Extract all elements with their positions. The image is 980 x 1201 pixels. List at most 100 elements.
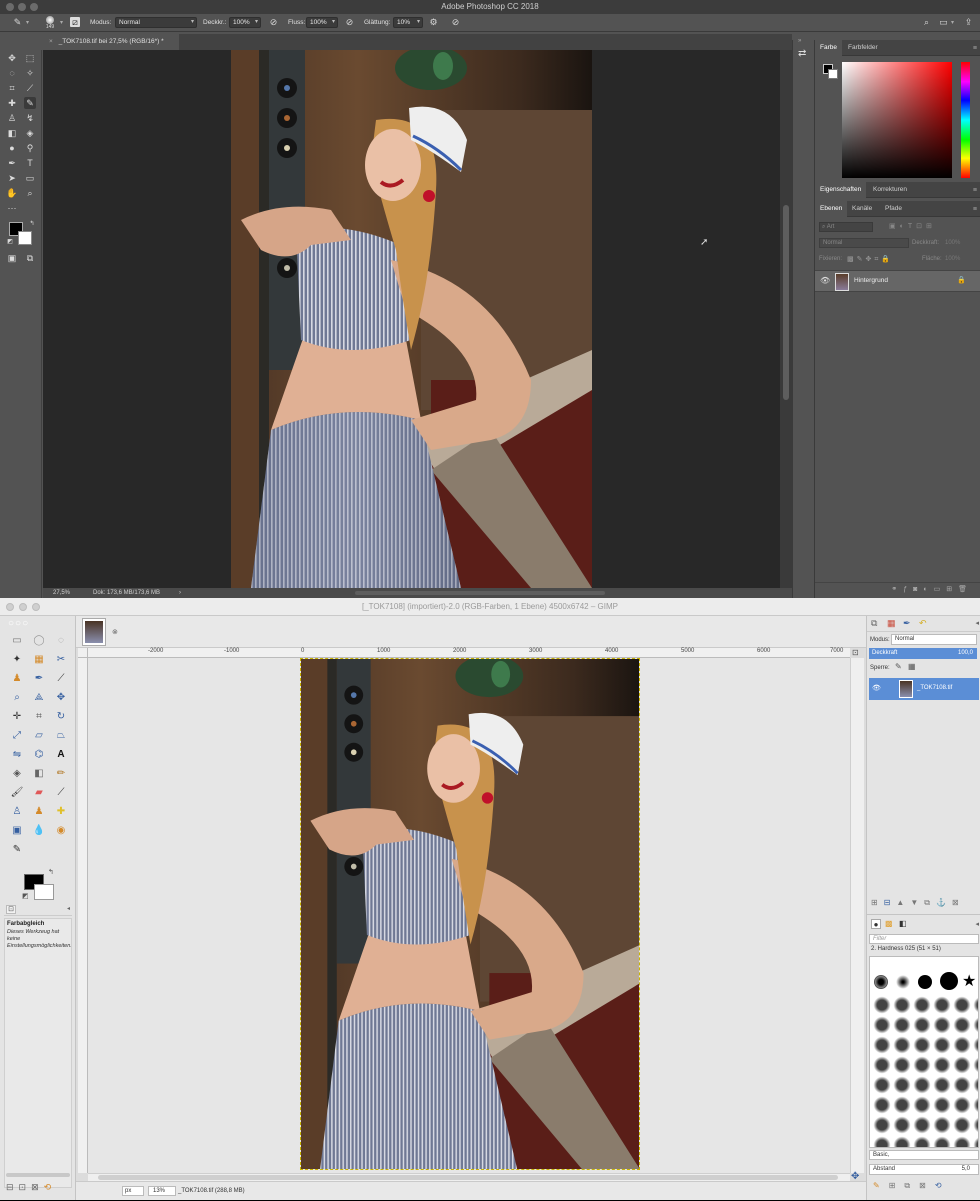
tab-channels[interactable]: Kanäle [847,201,877,217]
crop-icon[interactable]: ⌗ [32,710,46,724]
background-color-swatch[interactable] [34,884,54,900]
patterns-tab-icon[interactable]: ▩ [885,919,893,928]
paint-bucket-tool-icon[interactable]: ◈ [24,127,36,139]
history-panel-icon[interactable]: ⇄ [798,48,806,59]
horizontal-scrollbar-thumb[interactable] [355,591,605,595]
fx-icon[interactable]: ƒ [903,586,913,593]
measure-icon[interactable]: ⟁ [32,691,46,705]
channels-tab-icon[interactable]: ▦ [887,618,896,629]
eyedropper-tool-icon[interactable]: ⟋ [24,82,36,94]
quick-mask-icon[interactable]: ▣ [6,252,18,264]
vertical-scrollbar[interactable] [780,50,792,588]
marquee-tool-icon[interactable]: ⬚ [24,52,36,64]
new-group-icon[interactable]: ⊟ [884,898,897,907]
brush-preset-picker[interactable]: 149 [42,15,58,31]
cage-transform-icon[interactable]: ⌬ [32,748,46,762]
default-colors-icon[interactable]: ◩ [22,892,29,900]
new-layer-icon[interactable]: ⊞ [871,898,884,907]
clone-stamp-tool-icon[interactable]: ♙ [6,112,18,124]
layer-opacity-slider[interactable]: Deckkraft 100,0 [869,648,977,659]
lower-icon[interactable]: ▼ [910,898,924,907]
workspace-icon[interactable]: ▭ [938,17,949,28]
eraser-tool-icon[interactable]: ◧ [6,127,18,139]
color-picker-icon[interactable]: ⟋ [54,672,68,686]
brush-preset-select[interactable]: Basic, [869,1150,979,1160]
tab-swatches[interactable]: Farbfelder [843,40,883,56]
share-icon[interactable]: ⇪ [963,17,974,28]
select-by-color-icon[interactable]: ▦ [32,653,46,667]
rect-select-icon[interactable]: ▭ [10,634,24,648]
fuzzy-select-icon[interactable]: ✦ [10,653,24,667]
type-tool-icon[interactable]: T [24,157,36,169]
shear-icon[interactable]: ▱ [32,729,46,743]
flip-icon[interactable]: ⇋ [10,748,24,762]
dropdown-arrow-icon[interactable]: ▾ [26,18,29,28]
flow-field[interactable]: 100% ▾ [306,17,338,28]
group-icon[interactable]: ▭ [934,586,947,593]
dropdown-arrow-icon[interactable]: ▾ [951,18,954,28]
document-canvas[interactable]: ➚ [43,50,780,588]
eye-icon[interactable]: 👁 [820,276,830,285]
raise-icon[interactable]: ▲ [896,898,910,907]
background-color-swatch[interactable] [18,231,32,245]
paintbrush-icon[interactable]: 🖌 [10,786,24,800]
refresh-brushes-icon[interactable]: ⟲ [935,1181,951,1190]
collapse-icon[interactable]: » [798,38,801,44]
heal-icon[interactable]: ♟ [32,805,46,819]
layers-tab-icon[interactable]: ⧉ [871,618,877,629]
healing-brush-tool-icon[interactable]: ✚ [6,97,18,109]
brush-spacing-slider[interactable]: Abstand 5,0 [869,1164,979,1175]
swap-colors-icon[interactable]: ↰ [48,868,54,876]
vertical-scrollbar[interactable]: ⊡ [850,648,864,1173]
scrollbar-thumb[interactable] [783,205,789,400]
opacity-field[interactable]: 100% ▾ [229,17,261,28]
tab-adjustments[interactable]: Korrekturen [868,182,912,198]
layer-row[interactable]: 👁 Hintergrund 🔒 [815,270,980,292]
scrollbar-thumb[interactable] [98,1175,838,1180]
fill-value[interactable]: 100% [945,256,960,262]
tab-layers[interactable]: Ebenen [815,201,848,217]
rotate-icon[interactable]: ↻ [54,710,68,724]
zoom-window-button[interactable] [30,3,38,11]
layer-filter-search[interactable]: ⌕ Art [819,222,873,232]
tab-paths[interactable]: Pfade [880,201,907,217]
airbrush-icon[interactable]: ⟋ [54,786,68,800]
save-options-icon[interactable]: ⊟ [6,1182,19,1192]
default-colors-icon[interactable]: ◩ [4,236,16,248]
move-tool-icon[interactable]: ✥ [6,52,18,64]
gear-icon[interactable]: ⚙ [428,17,439,28]
panel-menu-icon[interactable]: ≡ [973,187,977,194]
smoothing-field[interactable]: 10% ▾ [393,17,423,28]
anchor-icon[interactable]: ⚓ [936,898,952,907]
free-select-icon[interactable]: ◌ [54,634,68,648]
close-window-button[interactable] [6,3,14,11]
quick-select-tool-icon[interactable]: ✧ [24,67,36,79]
eye-icon[interactable]: 👁 [872,684,881,692]
blur-sharpen-icon[interactable]: ▣ [10,824,24,838]
background-color-swatch[interactable] [828,69,838,79]
zoom-tool-icon[interactable]: ⌕ [24,187,36,199]
horizontal-scrollbar[interactable] [88,1173,850,1181]
status-menu-arrow[interactable]: › [179,588,181,598]
pen-tool-icon[interactable]: ✒ [6,157,18,169]
duplicate-brush-icon[interactable]: ⧉ [904,1181,919,1190]
brush-filter-input[interactable]: Filter [869,934,979,944]
color-field[interactable] [842,62,952,178]
panel-menu-icon[interactable]: ≡ [973,45,977,52]
adjustment-icon[interactable]: ◐ [923,586,933,593]
tool-options-icon[interactable]: ⊡ [6,905,16,914]
new-brush-icon[interactable]: ⊞ [889,1181,905,1190]
ellipse-select-icon[interactable]: ◯ [32,634,46,648]
history-brush-tool-icon[interactable]: ↯ [24,112,36,124]
zoom-level[interactable]: 27,5% [53,588,70,598]
panel-menu-icon[interactable]: ≡ [973,206,977,213]
dodge-burn-icon[interactable]: ◉ [54,824,68,838]
close-tab-icon[interactable]: ⊗ [112,628,118,636]
dropdown-arrow-icon[interactable]: ▾ [60,18,63,28]
bucket-fill-icon[interactable]: ◈ [10,767,24,781]
unit-select[interactable]: px [122,1186,144,1196]
move-icon[interactable]: ✥ [54,691,68,705]
restore-options-icon[interactable]: ⊡ [19,1182,32,1192]
brush-grid[interactable]: ★ [869,956,979,1148]
ink-icon[interactable]: ✎ [10,843,24,857]
